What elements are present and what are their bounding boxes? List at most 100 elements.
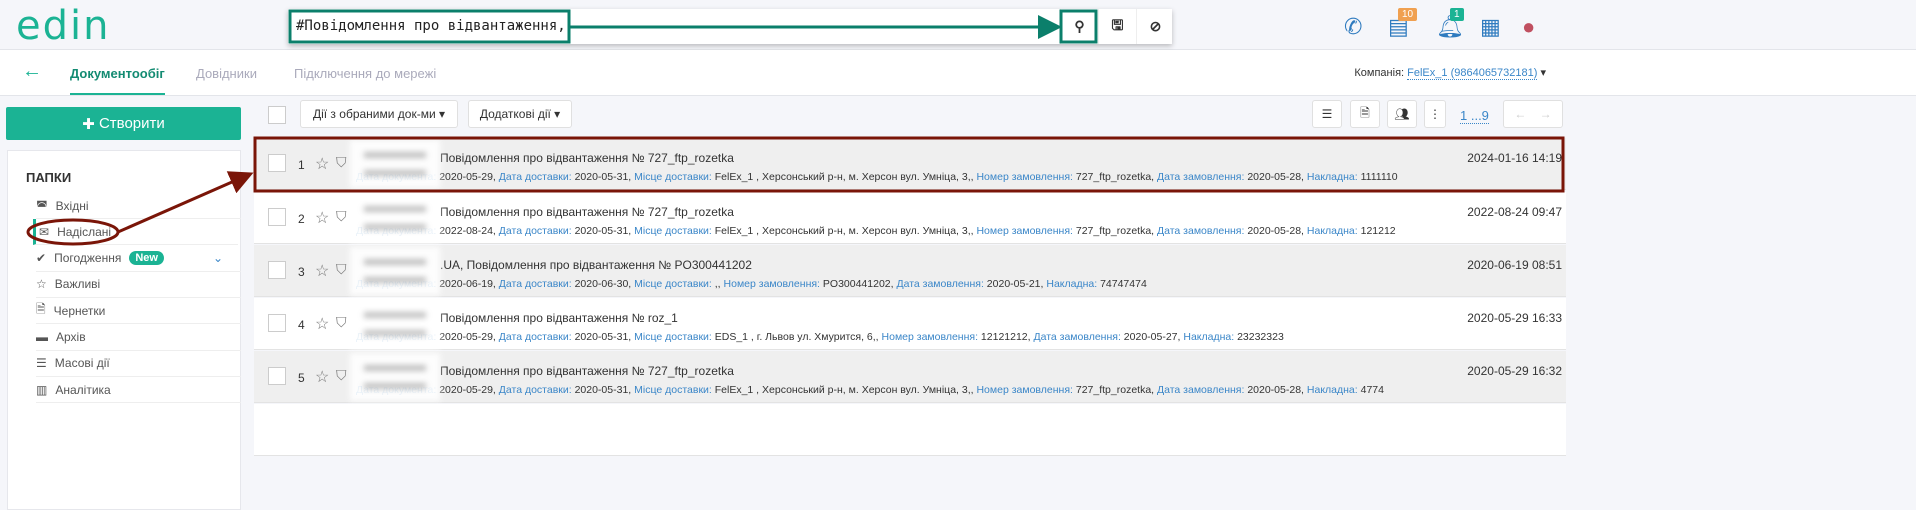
search-button[interactable]: ⚲ (1060, 9, 1098, 44)
invoice-label: Накладна: (1306, 225, 1358, 237)
back-arrow-icon[interactable]: ← (22, 60, 42, 83)
sidebar-item-5[interactable]: ▬ Архів (36, 325, 241, 351)
document-title[interactable]: .UA, Повідомлення про відвантаження № PO… (440, 258, 752, 272)
delivery-place: EDS_1 , г. Львов ул. Хмурится, 6,, (714, 331, 879, 343)
document-title[interactable]: Повідомлення про відвантаження № 727_ftp… (440, 151, 734, 165)
sidebar-item-0[interactable]: ◚ Вхідні (36, 193, 241, 219)
order-date: 2020-05-28, (1247, 171, 1304, 183)
select-all-checkbox[interactable] (268, 106, 286, 124)
invoice-label: Накладна: (1306, 384, 1358, 396)
document-date: 2020-05-29 16:33 (1467, 311, 1562, 325)
bulk-actions-dropdown[interactable]: Дії з обраними док-ми ▾ (300, 100, 458, 128)
delivery-place: ,, (714, 278, 721, 290)
users-icon: 👥︎ (1394, 107, 1410, 121)
sidebar-item-6[interactable]: ☰ Масові дії (36, 351, 241, 377)
invoice: 1111110 (1360, 171, 1398, 183)
tab-network[interactable]: Підключення до мережі (294, 66, 436, 81)
star-icon[interactable]: ☆ (315, 154, 329, 174)
prev-page-button[interactable]: ← (1514, 107, 1526, 121)
list-icon: ☰ (1321, 107, 1333, 121)
order-no: PO300441202, (822, 278, 894, 290)
order-no-label: Номер замовлення: (881, 331, 978, 343)
delivery-date: 2020-05-31, (574, 171, 632, 183)
chevron-down-icon[interactable]: ⌄ (213, 251, 223, 265)
company-selector[interactable]: Компанія: FelEx_1 (9864065732181) ▾ (1354, 66, 1546, 80)
row-checkbox[interactable] (268, 367, 286, 385)
delivery-place-label: Місце доставки: (634, 225, 712, 237)
document-title[interactable]: Повідомлення про відвантаження № 727_ftp… (440, 205, 734, 219)
document-row[interactable]: 3 ☆ ⛉ .UA, Повідомлення про відвантаженн… (254, 245, 1566, 297)
more-icon: ⋮ (1429, 107, 1441, 121)
folder-label: Вхідні (55, 198, 89, 213)
sidebar-item-4[interactable]: 🗎 Чернетки (36, 298, 241, 325)
sidebar-item-2[interactable]: ✔ Погодження New ⌄ (36, 246, 241, 272)
clear-search-button[interactable]: ⊘ (1136, 9, 1174, 44)
row-checkbox[interactable] (268, 314, 286, 332)
sidebar-item-7[interactable]: ▥ Аналітика (36, 377, 241, 404)
save-search-button[interactable]: 🖫 (1098, 9, 1136, 44)
company-value[interactable]: FelEx_1 (9864065732181) (1407, 67, 1538, 80)
delivery-date: 2020-06-30, (574, 278, 632, 290)
folder-label: Аналітика (55, 382, 111, 397)
delivery-place-label: Місце доставки: (634, 171, 712, 183)
document-meta: Дата документа: 2020-05-29, Дата доставк… (356, 171, 1398, 183)
extra-actions-label: Додаткові дії (479, 107, 551, 121)
tab-references[interactable]: Довідники (196, 66, 257, 81)
next-page-button[interactable]: → (1540, 107, 1552, 121)
delivery-date-label: Дата доставки: (498, 331, 572, 343)
delivery-date: 2020-05-31, (574, 225, 632, 237)
row-checkbox[interactable] (268, 154, 286, 172)
tab-documents[interactable]: Документообіг (70, 66, 165, 95)
document-meta: Дата документа: 2020-05-29, Дата доставк… (356, 331, 1284, 343)
doc-date: 2022-08-24, (439, 225, 496, 237)
folder-label: Архів (56, 330, 86, 344)
order-date-label: Дата замовлення: (1157, 384, 1245, 396)
bookmark-icon[interactable]: ⛉ (336, 154, 347, 171)
row-checkbox[interactable] (268, 208, 286, 226)
order-no-label: Номер замовлення: (976, 225, 1073, 237)
folder-label: Важливі (54, 277, 101, 292)
document-view-button[interactable]: 🗎 (1350, 100, 1380, 128)
document-row[interactable]: 1 ☆ ⛉ Повідомлення про відвантаження № 7… (254, 138, 1566, 190)
extra-actions-dropdown[interactable]: Додаткові дії ▾ (468, 100, 572, 128)
order-date-label: Дата замовлення: (1157, 171, 1245, 183)
pagination[interactable]: 1 ...9 (1460, 108, 1489, 124)
main-nav: ← Документообіг Довідники Підключення до… (0, 50, 1916, 96)
news-badge: 10 (1398, 8, 1418, 21)
edin-logo[interactable]: edin (16, 6, 110, 46)
create-button[interactable]: ✚ Створити (6, 107, 241, 140)
document-date: 2020-06-19 08:51 (1467, 258, 1562, 272)
sidebar-item-1[interactable]: ✉ Надіслані (33, 219, 238, 246)
star-icon[interactable]: ☆ (315, 314, 329, 334)
folder-icon: ☆ (36, 277, 47, 292)
document-row[interactable]: 2 ☆ ⛉ Повідомлення про відвантаження № 7… (254, 192, 1566, 244)
bookmark-icon[interactable]: ⛉ (336, 314, 347, 331)
document-title[interactable]: Повідомлення про відвантаження № 727_ftp… (440, 364, 734, 378)
document-row[interactable]: 5 ☆ ⛉ Повідомлення про відвантаження № 7… (254, 351, 1566, 403)
delivery-date-label: Дата доставки: (498, 278, 572, 290)
delivery-date: 2020-05-31, (574, 384, 632, 396)
bookmark-icon[interactable]: ⛉ (336, 261, 347, 278)
list-view-button[interactable]: ☰ (1312, 100, 1342, 128)
doc-date: 2020-06-19, (439, 278, 496, 290)
star-icon[interactable]: ☆ (315, 208, 329, 228)
phone-icon[interactable]: ✆ (1344, 14, 1362, 40)
search-input[interactable]: #Повідомлення про відвантаження, (296, 18, 566, 34)
row-checkbox[interactable] (268, 261, 286, 279)
folder-label: Надіслані (57, 224, 112, 239)
order-date-label: Дата замовлення: (1033, 331, 1121, 343)
group-view-button[interactable]: 👥︎ (1387, 100, 1417, 128)
more-options-button[interactable]: ⋮ (1424, 100, 1446, 128)
star-icon[interactable]: ☆ (315, 261, 329, 281)
bookmark-icon[interactable]: ⛉ (336, 208, 347, 225)
order-no-label: Номер замовлення: (976, 171, 1073, 183)
folder-icon: ▥ (36, 382, 48, 397)
avatar[interactable]: ● (1522, 14, 1535, 40)
apps-grid-icon[interactable]: ▦ (1480, 14, 1501, 40)
star-icon[interactable]: ☆ (315, 367, 329, 387)
sidebar-item-3[interactable]: ☆ Важливі (36, 272, 241, 298)
document-title[interactable]: Повідомлення про відвантаження № roz_1 (440, 311, 678, 325)
invoice: 4774 (1360, 384, 1384, 396)
bookmark-icon[interactable]: ⛉ (336, 367, 347, 384)
document-row[interactable]: 4 ☆ ⛉ Повідомлення про відвантаження № r… (254, 298, 1566, 350)
